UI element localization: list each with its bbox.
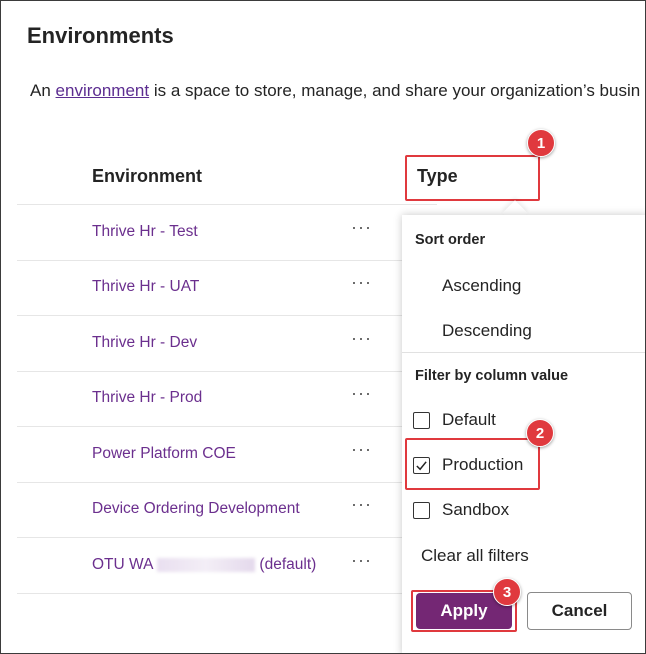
- env-link-device-ordering-development[interactable]: Device Ordering Development: [92, 500, 300, 518]
- more-actions-button[interactable]: ···: [351, 217, 372, 238]
- sort-order-heading: Sort order: [415, 232, 486, 248]
- row-divider: [17, 204, 437, 205]
- row-divider: [17, 315, 437, 316]
- callout-box-type-header: [405, 155, 540, 201]
- cancel-button[interactable]: Cancel: [527, 592, 632, 630]
- more-actions-button[interactable]: ···: [351, 383, 372, 404]
- environment-help-link[interactable]: environment: [56, 81, 150, 100]
- row-divider: [17, 426, 437, 427]
- checkbox-box: [413, 501, 430, 519]
- environments-page: Environments An environment is a space t…: [0, 0, 646, 654]
- row-divider: [17, 537, 437, 538]
- filter-sandbox-checkbox[interactable]: Sandbox: [413, 499, 509, 521]
- column-header-environment[interactable]: Environment: [92, 166, 202, 187]
- clear-all-filters-link[interactable]: Clear all filters: [421, 546, 529, 566]
- callout-badge-1: 1: [527, 129, 555, 157]
- filter-label: Default: [442, 410, 496, 429]
- filter-heading: Filter by column value: [415, 368, 569, 384]
- description-prefix: An: [30, 81, 56, 100]
- page-description: An environment is a space to store, mana…: [30, 81, 640, 101]
- checkbox-box: [413, 411, 430, 429]
- callout-box-production: [405, 438, 540, 490]
- more-actions-button[interactable]: ···: [351, 550, 372, 571]
- page-title: Environments: [27, 23, 174, 48]
- callout-badge-2: 2: [526, 419, 554, 447]
- panel-divider: [402, 352, 645, 353]
- env-link-thrive-hr-uat[interactable]: Thrive Hr - UAT: [92, 278, 199, 296]
- redacted-text: [157, 557, 256, 572]
- column-filter-panel: Sort order Ascending Descending Filter b…: [402, 215, 645, 653]
- callout-badge-3: 3: [493, 578, 521, 606]
- row-divider: [17, 260, 437, 261]
- env-link-thrive-hr-test[interactable]: Thrive Hr - Test: [92, 223, 198, 241]
- env-link-power-platform-coe[interactable]: Power Platform COE: [92, 445, 236, 463]
- env-name-prefix: OTU WA: [92, 556, 154, 573]
- env-link-thrive-hr-dev[interactable]: Thrive Hr - Dev: [92, 334, 197, 352]
- more-actions-button[interactable]: ···: [351, 494, 372, 515]
- sort-descending-option[interactable]: Descending: [442, 321, 532, 341]
- sort-ascending-option[interactable]: Ascending: [442, 276, 521, 296]
- env-link-default-environment[interactable]: OTU WA (default): [92, 556, 316, 574]
- filter-default-checkbox[interactable]: Default: [413, 409, 496, 431]
- filter-label: Sandbox: [442, 500, 510, 519]
- row-divider: [17, 482, 437, 483]
- row-divider: [17, 593, 437, 594]
- row-divider: [17, 371, 437, 372]
- more-actions-button[interactable]: ···: [351, 439, 372, 460]
- env-default-suffix: (default): [259, 556, 317, 573]
- env-link-thrive-hr-prod[interactable]: Thrive Hr - Prod: [92, 389, 202, 407]
- more-actions-button[interactable]: ···: [351, 272, 372, 293]
- more-actions-button[interactable]: ···: [351, 328, 372, 349]
- description-suffix: is a space to store, manage, and share y…: [149, 81, 641, 100]
